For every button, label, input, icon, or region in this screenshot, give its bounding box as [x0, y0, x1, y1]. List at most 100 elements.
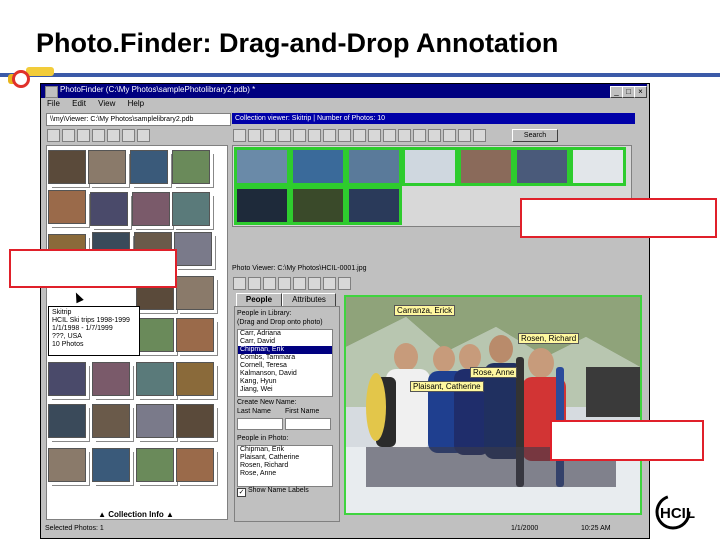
library-collection-thumbnail[interactable] [172, 192, 210, 226]
open-folder-icon[interactable] [233, 277, 246, 290]
main-photo[interactable]: Carranza, Erick Rosen, Richard Rose, Ann… [344, 295, 642, 515]
library-person-item[interactable]: Kalmanson, David [238, 370, 332, 378]
library-collection-thumbnail[interactable] [90, 192, 128, 226]
library-collection-thumbnail[interactable] [136, 318, 174, 352]
tab-attributes[interactable]: Attributes [282, 293, 336, 306]
library-person-item[interactable]: Combs, Tammara [238, 354, 332, 362]
library-collection-thumbnail[interactable] [174, 232, 212, 266]
show-name-labels-checkbox[interactable]: ✓ [237, 488, 246, 497]
rotate-icon[interactable] [323, 277, 336, 290]
new-icon[interactable] [77, 129, 90, 142]
library-collection-thumbnail[interactable] [172, 150, 210, 184]
collection-photo-thumbnail[interactable] [402, 147, 458, 186]
library-people-list[interactable]: Carr, Adriana Carr, David Chipman, Erik Com… [237, 329, 333, 397]
collection-photo-thumbnail[interactable] [290, 147, 346, 186]
photo-person-item[interactable]: Rose, Anne [238, 470, 332, 478]
save-icon[interactable] [248, 129, 261, 142]
menu-help[interactable]: Help [128, 99, 144, 108]
collection-photo-thumbnail[interactable] [458, 147, 514, 186]
tab-people[interactable]: People [236, 293, 282, 306]
new-icon[interactable] [263, 129, 276, 142]
photo-people-list[interactable]: Chipman, Erik Plaisant, Catherine Rosen, R… [237, 445, 333, 487]
grid-icon[interactable] [353, 129, 366, 142]
library-collection-thumbnail[interactable] [48, 150, 86, 184]
collection-info-toggle[interactable]: ▲ Collection Info ▲ [46, 510, 226, 519]
print-icon[interactable] [458, 129, 471, 142]
library-collection-thumbnail[interactable] [176, 362, 214, 396]
library-collection-thumbnail[interactable] [88, 150, 126, 184]
zoom-out-icon[interactable] [308, 277, 321, 290]
collection-photo-thumbnail[interactable] [346, 147, 402, 186]
collection-photo-thumbnail[interactable] [514, 147, 570, 186]
copy-icon[interactable] [413, 129, 426, 142]
library-collection-thumbnail[interactable] [92, 404, 130, 438]
filter-icon[interactable] [383, 129, 396, 142]
library-collection-thumbnail[interactable] [176, 448, 214, 482]
decor-ring-icon [12, 70, 30, 88]
library-person-item[interactable]: Jiang, Wei [238, 386, 332, 394]
library-collection-thumbnail[interactable] [176, 276, 214, 310]
save-icon[interactable] [248, 277, 261, 290]
library-collection-thumbnail[interactable] [136, 448, 174, 482]
delete-icon[interactable] [107, 129, 120, 142]
view-icon[interactable] [338, 129, 351, 142]
library-collection-thumbnail[interactable] [92, 362, 130, 396]
search-button[interactable]: Search [512, 129, 558, 142]
close-button[interactable]: × [634, 86, 647, 98]
name-tag[interactable]: Carranza, Erick [394, 305, 456, 316]
cut-icon[interactable] [398, 129, 411, 142]
library-collection-thumbnail[interactable] [176, 318, 214, 352]
library-collection-thumbnail[interactable] [48, 362, 86, 396]
menu-view[interactable]: View [98, 99, 115, 108]
collection-photo-thumbnail[interactable] [346, 186, 402, 225]
library-collection-thumbnail[interactable] [132, 192, 170, 226]
library-person-item[interactable]: Cornell, Teresa [238, 362, 332, 370]
status-date: 1/1/2000 [511, 525, 539, 532]
library-collection-thumbnail[interactable] [48, 190, 86, 224]
name-tag[interactable]: Rose, Anne [470, 367, 518, 378]
library-collection-thumbnail[interactable] [136, 362, 174, 396]
library-collection-thumbnail[interactable] [48, 404, 86, 438]
name-tag[interactable]: Plaisant, Catherine [410, 381, 484, 392]
slideshow-icon[interactable] [443, 129, 456, 142]
photo-person-item[interactable]: Chipman, Erik [238, 446, 332, 454]
crop-icon[interactable] [263, 277, 276, 290]
delete-icon[interactable] [293, 129, 306, 142]
library-collection-thumbnail[interactable] [92, 448, 130, 482]
library-person-item[interactable]: Carr, David [238, 338, 332, 346]
library-collection-thumbnail[interactable] [130, 150, 168, 184]
paste-icon[interactable] [137, 129, 150, 142]
collection-photo-thumbnail[interactable] [234, 186, 290, 225]
zoom-in-icon[interactable] [293, 277, 306, 290]
library-collection-thumbnail[interactable] [136, 404, 174, 438]
delete-icon[interactable] [278, 277, 291, 290]
library-person-item[interactable]: Carr, Adriana [238, 330, 332, 338]
library-collection-thumbnail[interactable] [176, 404, 214, 438]
collection-icon[interactable] [92, 129, 105, 142]
photo-person-item[interactable]: Rosen, Richard [238, 462, 332, 470]
paste-icon[interactable] [428, 129, 441, 142]
collection-photo-thumbnail[interactable] [290, 186, 346, 225]
fit-icon[interactable] [338, 277, 351, 290]
open-folder-icon[interactable] [233, 129, 246, 142]
save-icon[interactable] [62, 129, 75, 142]
menu-edit[interactable]: Edit [72, 99, 86, 108]
import-icon[interactable] [278, 129, 291, 142]
first-name-input[interactable] [285, 418, 331, 430]
library-collection-thumbnail[interactable] [48, 448, 86, 482]
name-tag[interactable]: Rosen, Richard [518, 333, 580, 344]
open-folder-icon[interactable] [47, 129, 60, 142]
copy-icon[interactable] [122, 129, 135, 142]
collection-photo-thumbnail[interactable] [570, 147, 626, 186]
help-icon[interactable] [473, 129, 486, 142]
people-in-library-label: People in Library: [237, 310, 292, 317]
last-name-input[interactable] [237, 418, 283, 430]
menu-file[interactable]: File [47, 99, 60, 108]
zoom-in-icon[interactable] [308, 129, 321, 142]
library-person-item[interactable]: Kang, Hyun [238, 378, 332, 386]
collection-photo-thumbnail[interactable] [234, 147, 290, 186]
sort-icon[interactable] [368, 129, 381, 142]
photo-person-item[interactable]: Plaisant, Catherine [238, 454, 332, 462]
library-person-item[interactable]: Chipman, Erik [238, 346, 332, 354]
zoom-out-icon[interactable] [323, 129, 336, 142]
